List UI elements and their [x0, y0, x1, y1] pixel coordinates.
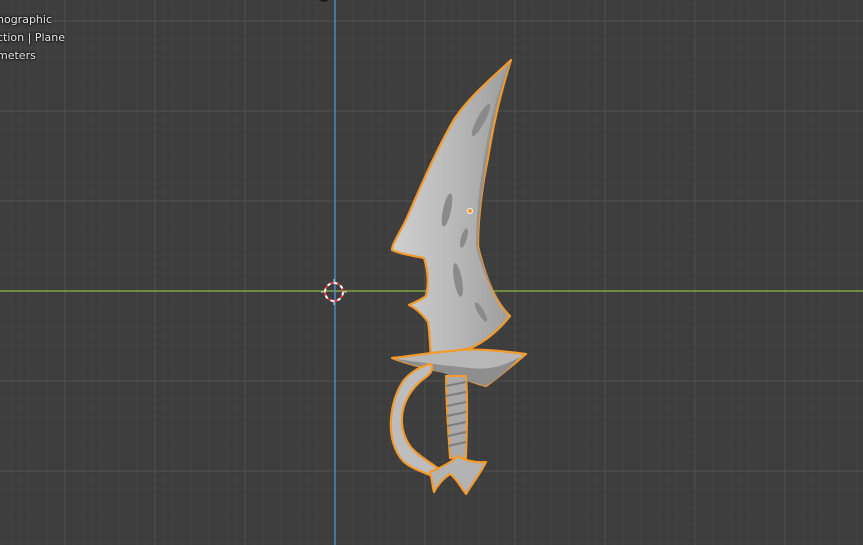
sword-blade[interactable] [390, 58, 513, 358]
3d-cursor-icon[interactable] [321, 279, 347, 305]
sword-pommel[interactable] [428, 454, 488, 496]
sword-mesh[interactable] [0, 0, 863, 545]
object-origin-icon[interactable] [466, 207, 473, 214]
sword-knuckle-guard[interactable] [389, 362, 442, 488]
3d-viewport[interactable]: hographic ction | Plane meters [0, 0, 863, 545]
